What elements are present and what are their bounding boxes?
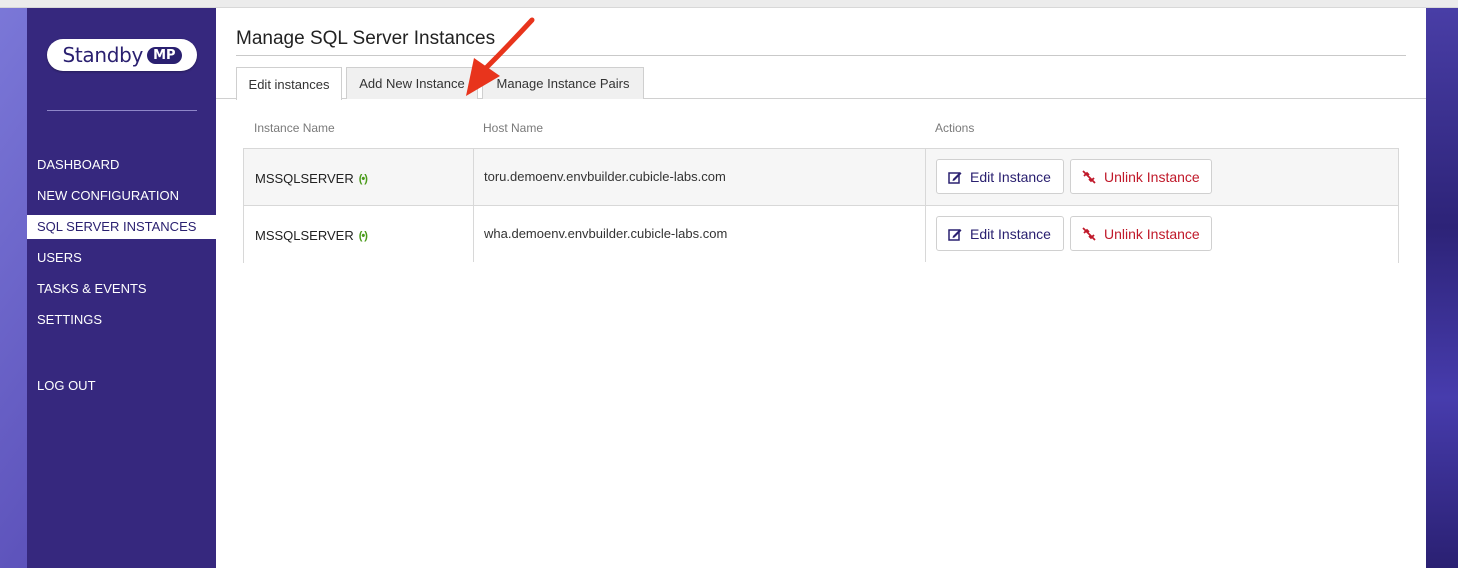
- title-divider: [236, 55, 1406, 56]
- column-header-instance-name: Instance Name: [254, 121, 335, 135]
- logo-badge: MP: [147, 46, 182, 64]
- edit-instance-button[interactable]: Edit Instance: [936, 216, 1064, 251]
- edit-instance-label: Edit Instance: [970, 168, 1051, 185]
- sidebar-item-sql-server-instances[interactable]: SQL SERVER INSTANCES: [27, 215, 216, 239]
- page-title: Manage SQL Server Instances: [236, 28, 496, 49]
- app-logo[interactable]: Standby MP: [47, 39, 197, 71]
- table-row: MSSQLSERVER (•) wha.demoenv.envbuilder.c…: [244, 206, 1398, 263]
- column-header-actions: Actions: [935, 121, 975, 135]
- sidebar-item-log-out[interactable]: LOG OUT: [27, 374, 216, 398]
- sidebar-divider: [47, 110, 197, 111]
- sidebar: Standby MP DASHBOARD NEW CONFIGURATION S…: [27, 8, 216, 568]
- signal-online-icon: (•): [358, 229, 368, 242]
- sidebar-item-tasks-events[interactable]: TASKS & EVENTS: [27, 277, 216, 301]
- sidebar-item-settings[interactable]: SETTINGS: [27, 308, 216, 332]
- host-name: wha.demoenv.envbuilder.cubicle-labs.com: [484, 226, 728, 241]
- host-name: toru.demoenv.envbuilder.cubicle-labs.com: [484, 169, 726, 184]
- unlink-instance-button[interactable]: Unlink Instance: [1070, 159, 1212, 194]
- table-row: MSSQLSERVER (•) toru.demoenv.envbuilder.…: [244, 149, 1398, 206]
- instance-name: MSSQLSERVER: [255, 228, 354, 243]
- unlink-icon: [1081, 226, 1097, 242]
- instances-table: MSSQLSERVER (•) toru.demoenv.envbuilder.…: [243, 148, 1399, 263]
- tab-edit-instances[interactable]: Edit instances: [236, 67, 342, 100]
- instance-name-cell: MSSQLSERVER (•): [255, 171, 368, 186]
- edit-instance-button[interactable]: Edit Instance: [936, 159, 1064, 194]
- logo-text: Standby: [62, 43, 144, 67]
- instance-name-cell: MSSQLSERVER (•): [255, 228, 368, 243]
- signal-online-icon: (•): [358, 172, 368, 185]
- browser-top-bar: [0, 0, 1458, 8]
- unlink-icon: [1081, 169, 1097, 185]
- column-header-host-name: Host Name: [483, 121, 544, 135]
- edit-instance-label: Edit Instance: [970, 225, 1051, 242]
- column-divider: [925, 149, 926, 262]
- unlink-instance-button[interactable]: Unlink Instance: [1070, 216, 1212, 251]
- annotation-arrow-icon: [466, 17, 535, 96]
- sidebar-item-users[interactable]: USERS: [27, 246, 216, 270]
- main-panel: Manage SQL Server Instances Edit instanc…: [216, 8, 1426, 568]
- unlink-instance-label: Unlink Instance: [1104, 168, 1200, 185]
- edit-icon: [947, 169, 963, 185]
- instance-name: MSSQLSERVER: [255, 171, 354, 186]
- sidebar-item-dashboard[interactable]: DASHBOARD: [27, 153, 216, 177]
- edit-icon: [947, 226, 963, 242]
- background-right-strip: [1426, 0, 1458, 568]
- sidebar-item-new-configuration[interactable]: NEW CONFIGURATION: [27, 184, 216, 208]
- column-divider: [473, 149, 474, 262]
- unlink-instance-label: Unlink Instance: [1104, 225, 1200, 242]
